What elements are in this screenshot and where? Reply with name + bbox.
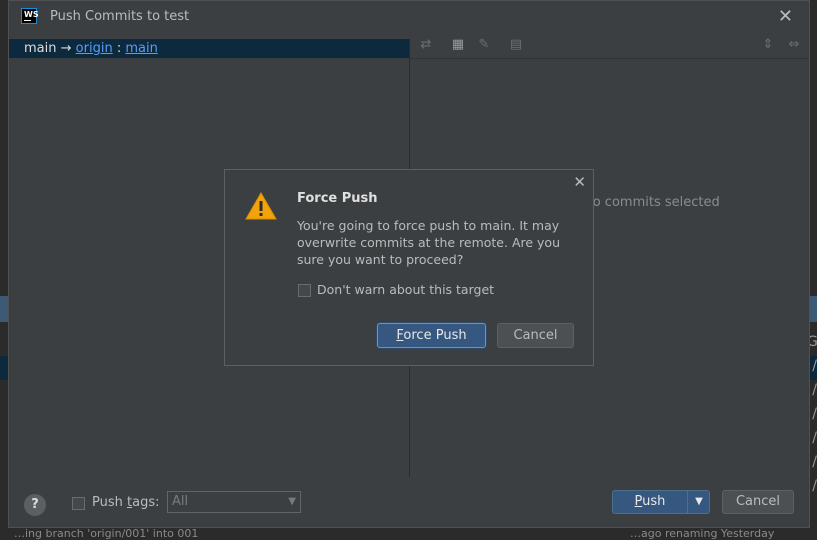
remote-link[interactable]: origin (76, 41, 113, 56)
warning-icon (245, 192, 277, 220)
dont-warn-label: Don't warn about this target (317, 282, 495, 297)
dialog-footer: ? Push tags: All ▼ Push ▼ Cancel (9, 477, 809, 527)
expand-all-icon[interactable]: ⇕ (760, 37, 776, 53)
empty-state-text: No commits selected (583, 195, 720, 210)
changes-toolbar: ⇄ ▦ ✎ ▤ ⇕ ⇔ (410, 33, 809, 59)
chevron-down-icon: ▼ (288, 496, 296, 507)
force-push-button[interactable]: Force Push (377, 323, 486, 348)
edit-source-icon[interactable]: ✎ (476, 37, 492, 53)
tags-select-value: All (172, 494, 189, 509)
branch-separator: : (116, 41, 122, 56)
dialog-message: You're going to force push to main. It m… (297, 218, 560, 267)
branch-target-row[interactable]: main → origin : main (9, 39, 409, 58)
title-bar: WS Push Commits to test ✕ (9, 1, 809, 33)
webstorm-logo-icon: WS (21, 8, 39, 24)
push-button-group: Push ▼ (612, 490, 710, 514)
push-tags-label: Push tags: (92, 495, 160, 510)
dialog-title: Force Push (297, 191, 378, 206)
modal-cancel-button[interactable]: Cancel (497, 323, 574, 348)
force-push-dialog: ✕ Force Push You're going to force push … (224, 169, 594, 366)
group-by-icon[interactable]: ▦ (450, 37, 466, 53)
cancel-button[interactable]: Cancel (722, 490, 794, 514)
window-title: Push Commits to test (50, 9, 190, 24)
close-icon[interactable]: ✕ (573, 173, 586, 191)
remote-branch-link[interactable]: main (125, 41, 157, 56)
help-button[interactable]: ? (24, 494, 46, 516)
tags-select[interactable]: All ▼ (167, 491, 301, 513)
push-tags-checkbox[interactable] (72, 497, 85, 510)
push-button[interactable]: Push (613, 491, 687, 513)
arrow-icon: → (60, 41, 72, 56)
background-commit-text-right: …ago renaming Yesterday (630, 527, 775, 540)
diff-arrows-icon[interactable]: ⇄ (418, 37, 434, 53)
collapse-all-icon[interactable]: ⇔ (786, 37, 802, 53)
push-options-dropdown-icon[interactable]: ▼ (688, 491, 710, 513)
close-window-button[interactable]: ✕ (778, 6, 793, 27)
preview-diff-icon[interactable]: ▤ (508, 37, 524, 53)
local-branch: main (24, 41, 57, 56)
dont-warn-checkbox[interactable] (298, 284, 311, 297)
background-commit-text: …ing branch 'origin/001' into 001 (14, 527, 199, 540)
